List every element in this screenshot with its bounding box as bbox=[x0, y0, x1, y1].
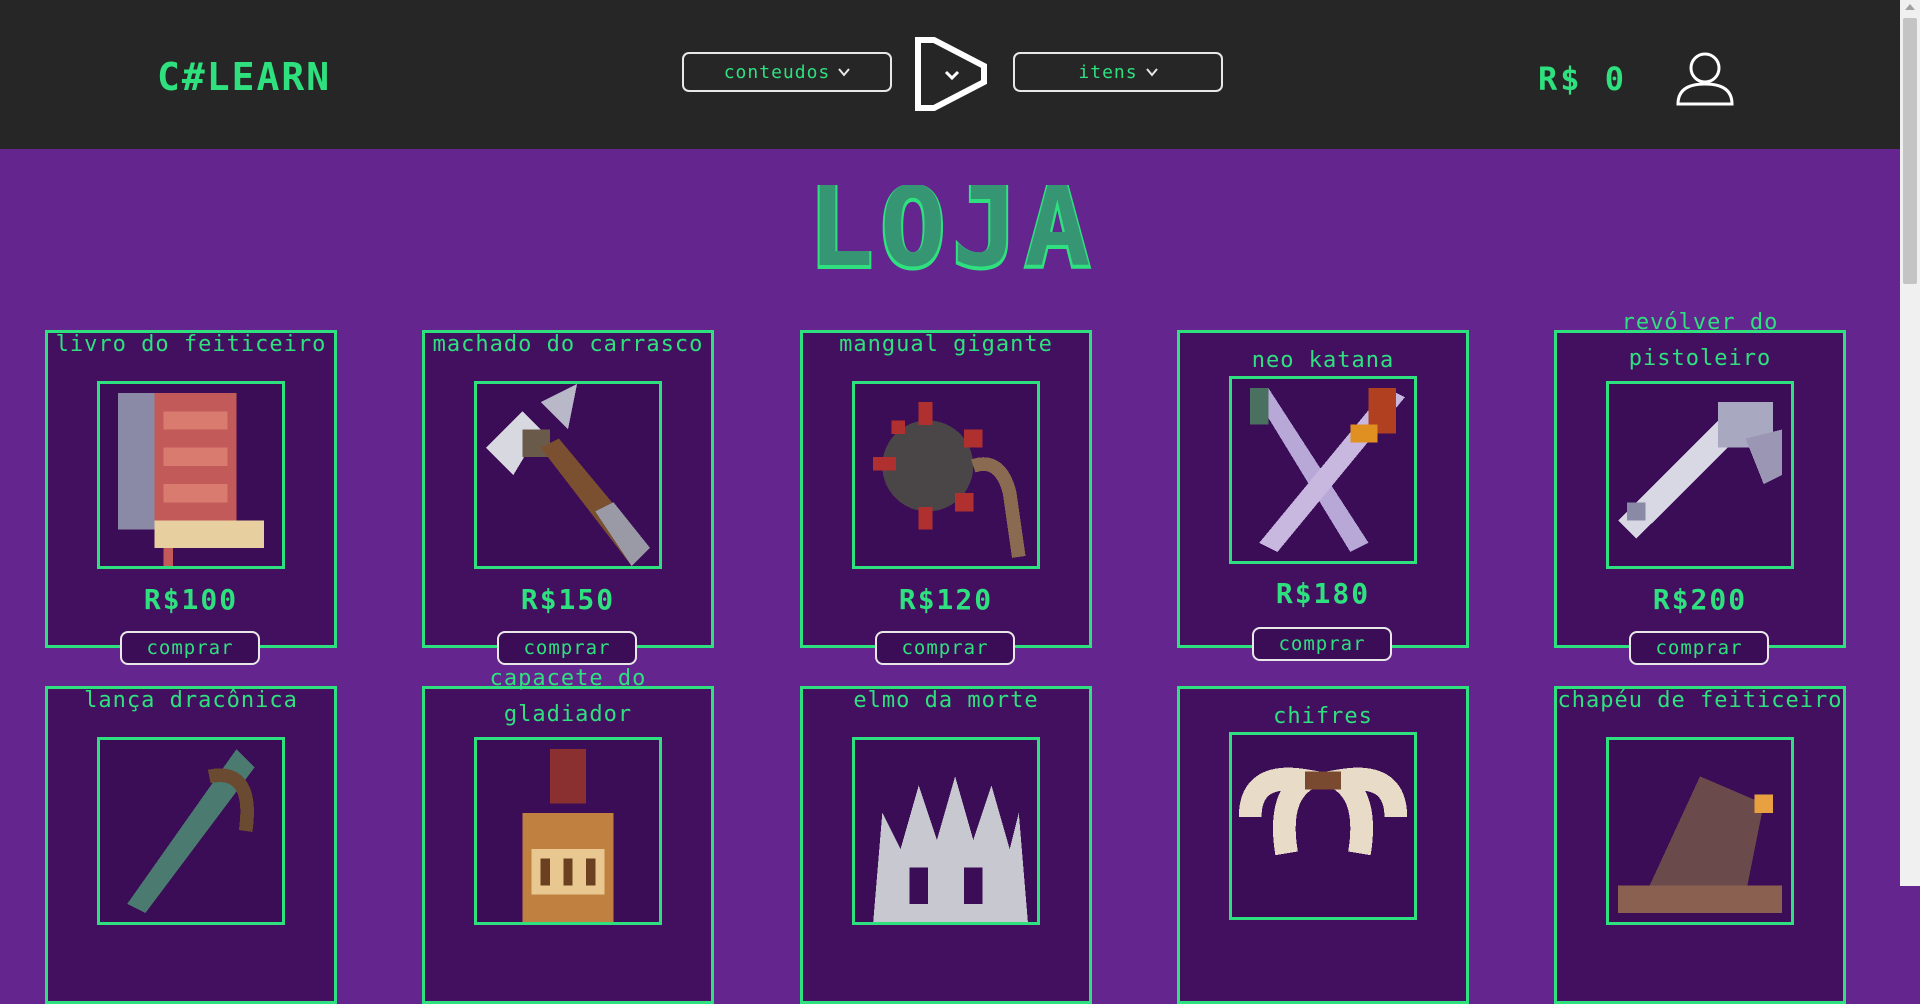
product-card-capacete: Capacete do Gladiador bbox=[422, 666, 714, 1004]
buy-button[interactable]: comprar bbox=[875, 631, 1015, 665]
product-price: R$180 bbox=[1275, 577, 1371, 610]
page-title: LOJA LOJA bbox=[780, 163, 1125, 295]
product-name: Capacete do Gladiador bbox=[489, 666, 647, 727]
buy-button[interactable]: comprar bbox=[1629, 631, 1769, 665]
play-icon[interactable] bbox=[912, 36, 992, 112]
product-price: R$150 bbox=[520, 583, 616, 616]
chevron-down-icon bbox=[838, 68, 851, 77]
loja-title-art: LOJA LOJA bbox=[806, 163, 1097, 295]
axe-icon bbox=[474, 381, 662, 569]
coin-balance: R$ 0 bbox=[1538, 60, 1628, 98]
vertical-scrollbar[interactable] bbox=[1900, 0, 1920, 886]
chevron-down-icon bbox=[1145, 68, 1158, 77]
horns-icon bbox=[1229, 732, 1417, 920]
scroll-thumb[interactable] bbox=[1903, 18, 1917, 284]
product-card-mangual: Mangual Gigante R$120 comprar bbox=[800, 330, 1092, 665]
product-card-lanca: Lança Dracônica bbox=[45, 686, 337, 1004]
revolver-icon bbox=[1606, 381, 1794, 569]
product-price: R$120 bbox=[898, 583, 994, 616]
product-name: Chapéu de Feiticeiro bbox=[1557, 688, 1843, 713]
product-name: Elmo da Morte bbox=[853, 688, 1039, 713]
buy-button[interactable]: comprar bbox=[120, 631, 260, 665]
conteudos-label: conteudos bbox=[723, 61, 831, 83]
svg-text:LOJA: LOJA bbox=[808, 185, 1097, 285]
product-name: Neo Katana bbox=[1251, 348, 1395, 373]
spellbook-icon bbox=[97, 381, 285, 569]
itens-dropdown-button[interactable]: itens bbox=[1013, 52, 1223, 92]
buy-button[interactable]: comprar bbox=[1252, 627, 1392, 661]
product-card-chifres: Chifres bbox=[1177, 686, 1469, 1004]
product-name: Machado do Carrasco bbox=[432, 332, 704, 357]
buy-button[interactable]: comprar bbox=[497, 631, 637, 665]
product-card-katana: Neo Katana R$180 comprar bbox=[1177, 330, 1469, 661]
product-name: Livro do Feiticeiro bbox=[55, 332, 327, 357]
katana-icon bbox=[1229, 376, 1417, 564]
conteudos-dropdown-button[interactable]: conteudos bbox=[682, 52, 892, 92]
wizard-hat-icon bbox=[1606, 737, 1794, 925]
user-profile-icon[interactable] bbox=[1674, 50, 1736, 106]
product-card-livro: Livro do Feiticeiro R$100 comprar bbox=[45, 330, 337, 665]
scroll-up-arrow-icon[interactable] bbox=[1905, 4, 1915, 10]
brand-logo[interactable]: C#LEARN bbox=[157, 55, 331, 99]
product-card-machado: Machado do Carrasco R$150 comprar bbox=[422, 330, 714, 665]
gladiator-helmet-icon bbox=[474, 737, 662, 925]
product-name: Revólver do Pistoleiro bbox=[1621, 310, 1779, 371]
product-name: Lança Dracônica bbox=[84, 688, 298, 713]
product-name: Chifres bbox=[1273, 704, 1373, 729]
spear-icon bbox=[97, 737, 285, 925]
product-card-revolver: Revólver do Pistoleiro R$200 comprar bbox=[1554, 310, 1846, 665]
product-price: R$200 bbox=[1652, 583, 1748, 616]
flail-icon bbox=[852, 381, 1040, 569]
top-navbar: C#LEARN conteudos itens R$ 0 bbox=[0, 0, 1900, 149]
product-card-chapeu: Chapéu de Feiticeiro bbox=[1554, 686, 1846, 1004]
itens-label: itens bbox=[1078, 61, 1138, 83]
product-name: Mangual Gigante bbox=[839, 332, 1053, 357]
product-card-elmo: Elmo da Morte bbox=[800, 686, 1092, 1004]
death-helm-icon bbox=[852, 737, 1040, 925]
product-price: R$100 bbox=[143, 583, 239, 616]
